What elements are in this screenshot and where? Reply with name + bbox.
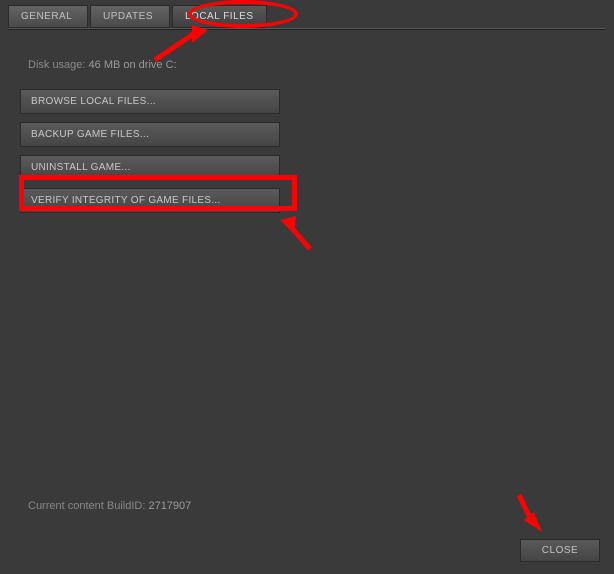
tab-updates[interactable]: UPDATES: [90, 5, 170, 28]
browse-local-files-button[interactable]: BROWSE LOCAL FILES...: [20, 89, 280, 114]
backup-game-files-button[interactable]: BACKUP GAME FILES...: [20, 122, 280, 147]
disk-usage-text: Disk usage:: [28, 59, 89, 71]
disk-usage-label: Disk usage: 46 MB on drive C:: [28, 59, 594, 71]
verify-integrity-button[interactable]: VERIFY INTEGRITY OF GAME FILES...: [20, 188, 280, 213]
tab-local-files[interactable]: LOCAL FILES: [172, 5, 267, 28]
build-id-text: Current content BuildID:: [28, 500, 148, 512]
close-button[interactable]: CLOSE: [520, 539, 600, 562]
content-panel: Disk usage: 46 MB on drive C: BROWSE LOC…: [0, 29, 614, 236]
annotation-arrow-close: [504, 490, 544, 535]
build-id-label: Current content BuildID: 2717907: [28, 500, 191, 512]
uninstall-game-button[interactable]: UNINSTALL GAME...: [20, 155, 280, 180]
disk-usage-value: 46 MB on drive C:: [89, 59, 177, 71]
build-id-value: 2717907: [148, 500, 191, 512]
tab-general[interactable]: GENERAL: [8, 5, 88, 28]
tabs-bar: GENERAL UPDATES LOCAL FILES: [0, 0, 614, 28]
